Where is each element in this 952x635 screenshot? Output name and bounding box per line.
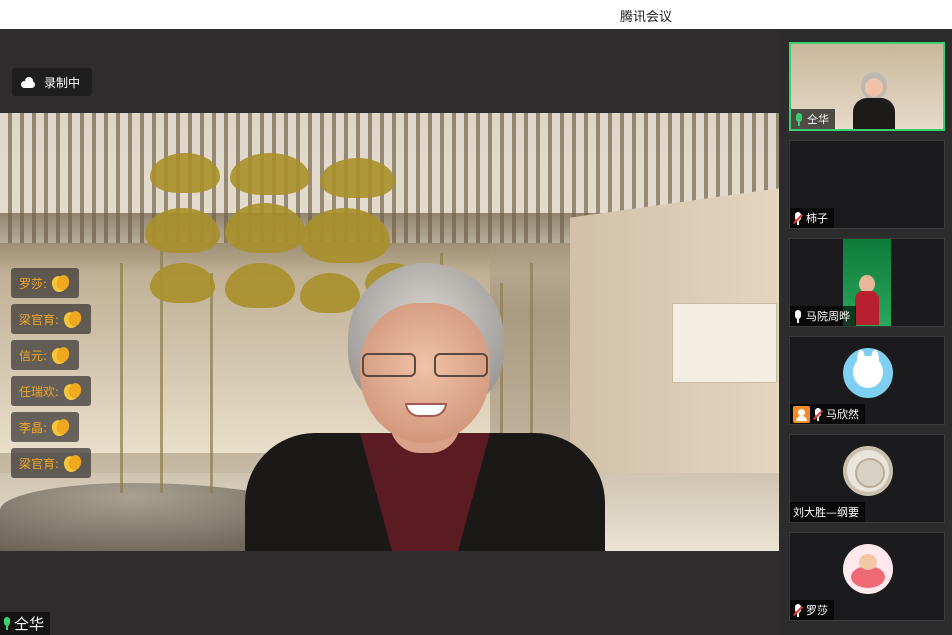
- reaction-name: 罗莎:: [19, 276, 48, 291]
- participant-nametag: 刘大胜—纲要: [790, 502, 865, 522]
- participant-name: 仝华: [807, 113, 829, 126]
- reaction-bubble: 梁官育:: [11, 304, 92, 334]
- participant-name: 柿子: [806, 212, 828, 225]
- reaction-name: 梁官育:: [19, 312, 60, 327]
- participant-name: 刘大胜—纲要: [793, 506, 859, 519]
- participant-tile[interactable]: 刘大胜—纲要: [789, 434, 945, 523]
- reaction-name: 梁官育:: [19, 456, 60, 471]
- participant-tile[interactable]: 柿子: [789, 140, 945, 229]
- microphone-icon: [794, 112, 804, 126]
- microphone-muted-icon: [793, 211, 803, 225]
- main-stage[interactable]: 录制中 罗莎: 梁官育: 信元: 任瑞欢: 李晶: 梁官育:: [0, 29, 779, 635]
- reaction-name: 李晶:: [19, 420, 48, 435]
- participant-person-thumbnail: [853, 72, 895, 129]
- clap-icon: [49, 417, 71, 437]
- cloud-icon: [20, 76, 36, 88]
- reaction-name: 信元:: [19, 348, 48, 363]
- participant-name: 马欣然: [826, 408, 859, 421]
- speaker-name: 仝华: [14, 615, 45, 633]
- ginkgo-leaf-decor: [150, 153, 220, 193]
- reaction-bubble: 信元:: [11, 340, 80, 370]
- microphone-muted-icon: [793, 603, 803, 617]
- participant-nametag: 马院周晔: [790, 306, 856, 326]
- participant-nametag: 马欣然: [790, 404, 865, 424]
- participant-nametag: 柿子: [790, 208, 834, 228]
- window-title: 腾讯会议: [619, 10, 672, 25]
- speaker-person: [240, 263, 610, 551]
- reaction-bubble: 李晶:: [11, 412, 80, 442]
- speaker-name-tag: 仝华: [0, 612, 51, 635]
- bamboo-decor: [210, 273, 213, 493]
- participant-tile[interactable]: 马院周晔: [789, 238, 945, 327]
- clap-icon: [49, 345, 71, 365]
- ginkgo-leaf-decor: [150, 263, 215, 303]
- recording-label: 录制中: [44, 75, 81, 90]
- host-icon: [793, 405, 810, 423]
- person-glasses: [362, 353, 488, 379]
- speaker-video: [0, 113, 779, 551]
- ginkgo-leaf-decor: [145, 208, 220, 253]
- clap-icon: [61, 381, 83, 401]
- video-background-panel: [672, 303, 777, 383]
- clap-icon: [49, 273, 71, 293]
- clap-icon: [61, 309, 83, 329]
- participant-nametag: 仝华: [791, 109, 835, 129]
- title-bar: 腾讯会议: [0, 0, 952, 29]
- participant-sidebar[interactable]: 仝华 柿子 马院周晔 马欣然 刘大胜—纲要 罗莎: [779, 29, 952, 635]
- ginkgo-leaf-decor: [320, 158, 395, 198]
- participant-name: 罗莎: [806, 604, 828, 617]
- bamboo-decor: [120, 263, 123, 493]
- reaction-name: 任瑞欢:: [19, 384, 60, 399]
- microphone-muted-icon: [813, 407, 823, 421]
- reaction-bubble: 罗莎:: [11, 268, 80, 298]
- participant-nametag: 罗莎: [790, 600, 834, 620]
- reaction-bubble: 梁官育:: [11, 448, 92, 478]
- participant-name: 马院周晔: [806, 310, 850, 323]
- microphone-icon: [2, 617, 12, 630]
- avatar: [843, 348, 893, 398]
- reaction-bubble: 任瑞欢:: [11, 376, 92, 406]
- participant-tile[interactable]: 罗莎: [789, 532, 945, 621]
- clap-icon: [61, 453, 83, 473]
- avatar: [843, 446, 893, 496]
- participant-tile[interactable]: 马欣然: [789, 336, 945, 425]
- avatar: [843, 544, 893, 594]
- participant-tile[interactable]: 仝华: [789, 42, 945, 131]
- ginkgo-leaf-decor: [230, 153, 310, 195]
- microphone-icon: [793, 309, 803, 323]
- meeting-window: 腾讯会议 录制中 罗莎: 梁官育: 信元: 任瑞欢: 李晶: 梁官育: 仝华 仝…: [0, 0, 952, 635]
- recording-badge[interactable]: 录制中: [12, 68, 93, 96]
